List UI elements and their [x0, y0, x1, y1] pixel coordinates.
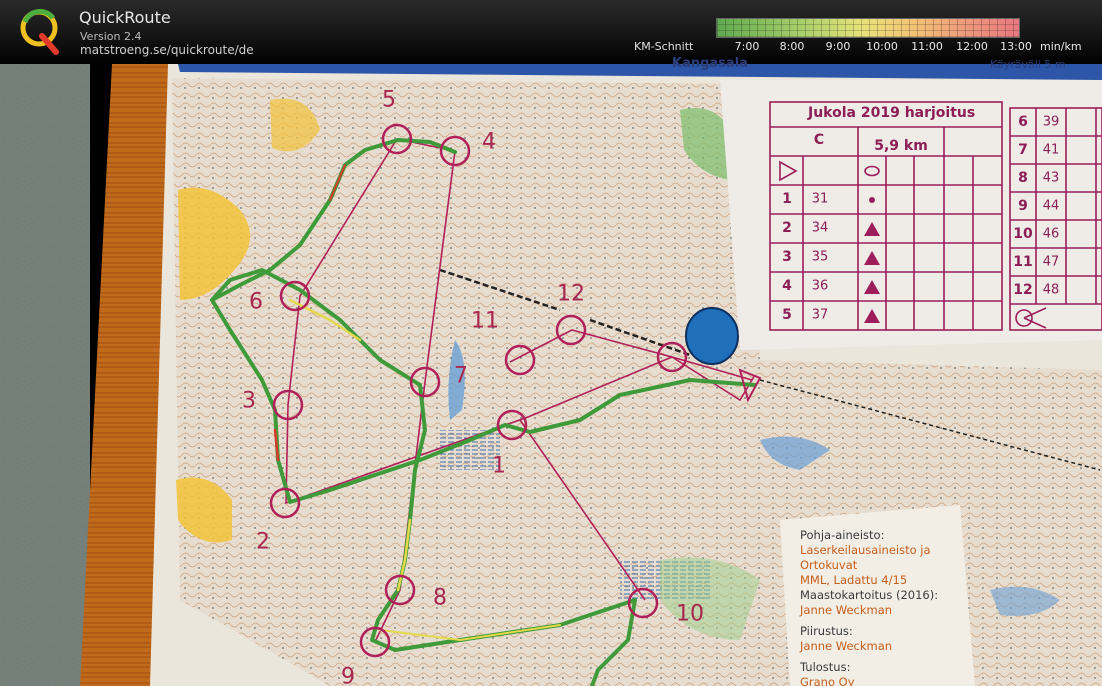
course-length: 5,9 km — [874, 138, 928, 154]
quickroute-logo-icon — [20, 8, 59, 55]
credit-line: Janne Weckman — [800, 639, 893, 653]
app-title: QuickRoute — [79, 8, 171, 27]
control-code: 41 — [1042, 142, 1060, 158]
control-code: 37 — [811, 307, 829, 323]
pace-tick: 7:00 — [734, 40, 760, 53]
pace-tick: 11:00 — [911, 40, 943, 53]
control-label: 11 — [471, 308, 499, 334]
control-number: 11 — [1013, 254, 1033, 270]
control-label: 9 — [341, 664, 355, 686]
control-label: 7 — [454, 363, 468, 389]
control-number: 12 — [1013, 282, 1033, 298]
contour-interval-text: Käyräväli 5 m — [990, 58, 1066, 71]
control-label: 5 — [382, 87, 396, 113]
control-number: 10 — [1013, 226, 1033, 242]
credit-line: Pohja-aineisto: — [800, 528, 885, 542]
credit-line: Maastokartoitus (2016): — [800, 588, 939, 602]
map-title-text: Kangasala — [672, 56, 748, 71]
control-number: 5 — [782, 307, 792, 323]
pace-unit: min/km — [1040, 40, 1082, 53]
credit-line: Ortokuvat — [800, 558, 858, 572]
control-number: 1 — [782, 191, 792, 207]
control-number: 2 — [782, 220, 792, 236]
control-label: 2 — [256, 529, 270, 555]
control-code: 46 — [1042, 226, 1060, 242]
control-code: 34 — [811, 220, 829, 236]
control-code: 47 — [1042, 254, 1060, 270]
control-label: 8 — [433, 585, 447, 611]
control-number: 4 — [782, 278, 792, 294]
course-class: C — [813, 132, 825, 148]
control-code: 31 — [811, 191, 829, 207]
control-code: 36 — [811, 278, 829, 294]
control-number: 3 — [782, 249, 792, 265]
credit-line: Janne Weckman — [800, 603, 893, 617]
control-number: 8 — [1018, 170, 1028, 186]
pace-tick: 9:00 — [825, 40, 851, 53]
credit-line: Piirustus: — [800, 624, 853, 638]
pace-color-scale — [716, 18, 1020, 38]
pace-tick: 13:00 — [1000, 40, 1032, 53]
credit-line: Tulostus: — [800, 660, 851, 674]
control-label: 6 — [249, 289, 263, 315]
control-label: 4 — [482, 129, 496, 155]
credit-line: Grano Oy — [800, 675, 855, 686]
app-version: Version 2.4 — [80, 30, 142, 43]
credit-line: MML, Ladattu 4/15 — [800, 573, 908, 587]
control-number: 9 — [1018, 198, 1028, 214]
control-number: 7 — [1018, 142, 1028, 158]
control-code: 43 — [1042, 170, 1060, 186]
control-label: 1 — [492, 453, 506, 479]
header-bar: QuickRoute Version 2.4 matstroeng.se/qui… — [0, 0, 1102, 64]
control-code: 48 — [1042, 282, 1060, 298]
control-label: 10 — [676, 601, 704, 627]
control-code: 39 — [1042, 114, 1060, 130]
control-number: 6 — [1018, 114, 1028, 130]
control-code: 35 — [811, 249, 829, 265]
pace-tick: 10:00 — [866, 40, 898, 53]
quickroute-window: QuickRoute Version 2.4 matstroeng.se/qui… — [0, 0, 1102, 686]
map-canvas[interactable]: Kangasala Käyräväli 5 m 1 2 3 4 5 6 7 8 … — [0, 56, 1102, 686]
app-url: matstroeng.se/quickroute/de — [80, 43, 254, 57]
pace-tick: 8:00 — [779, 40, 805, 53]
control-label: 12 — [557, 281, 585, 307]
credit-line: Laserkeilausaineisto ja — [800, 543, 931, 557]
control-code: 44 — [1042, 198, 1060, 214]
control-label: 3 — [242, 388, 256, 414]
course-title: Jukola 2019 harjoitus — [808, 105, 976, 121]
pace-tick: 12:00 — [956, 40, 988, 53]
pace-scale-label: KM-Schnitt — [634, 40, 694, 53]
